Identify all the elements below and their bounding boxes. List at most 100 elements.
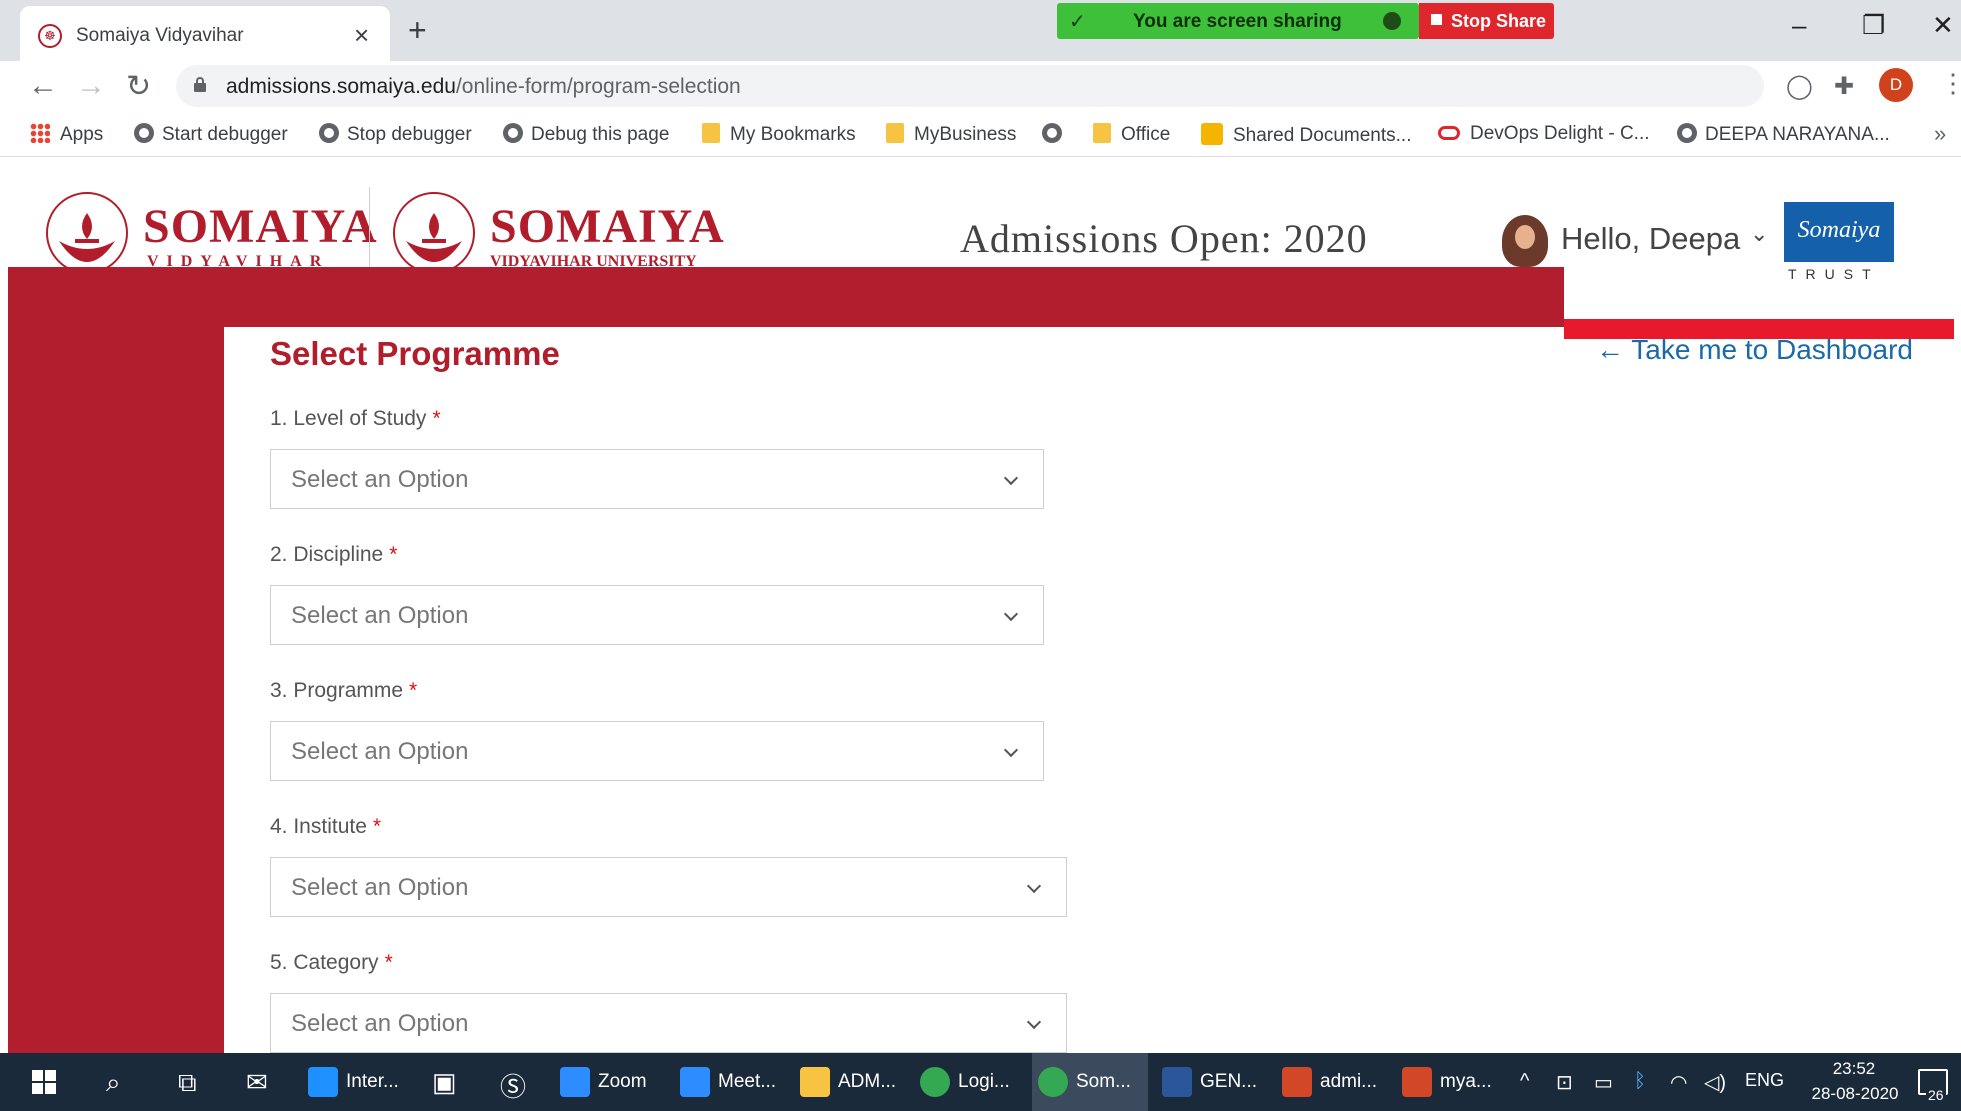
user-greeting[interactable]: Hello, Deepa: [1561, 221, 1740, 257]
left-side-panel: [8, 267, 224, 1053]
volume-icon[interactable]: ◁): [1704, 1070, 1726, 1095]
stop-icon: [1431, 14, 1442, 25]
wifi-icon[interactable]: ◠: [1670, 1070, 1687, 1095]
globe-icon: [319, 123, 339, 143]
bookmark-mybusiness[interactable]: MyBusiness: [886, 123, 1016, 146]
taskbar-app-label: Logi...: [958, 1071, 1010, 1092]
devops-icon: [1438, 126, 1460, 140]
folder-icon: [800, 1067, 830, 1097]
taskbar-app-adm-folder[interactable]: ADM...: [794, 1053, 906, 1111]
profile-avatar[interactable]: D: [1879, 68, 1913, 102]
logo-divider: [369, 187, 370, 273]
restore-button[interactable]: ❐: [1862, 10, 1885, 41]
required-asterisk: *: [409, 679, 418, 702]
taskbar-app-powerpoint-admi[interactable]: admi...: [1276, 1053, 1388, 1111]
mail-icon[interactable]: ✉: [246, 1067, 268, 1098]
bookmark-start-debugger[interactable]: Start debugger: [134, 123, 288, 146]
trust-script: Somaiya: [1784, 202, 1894, 262]
page-title: Select Programme: [270, 335, 560, 372]
level-of-study-select[interactable]: Select an Option: [270, 449, 1044, 509]
skype-icon[interactable]: Ⓢ: [500, 1067, 526, 1104]
bookmark-debug-page[interactable]: Debug this page: [503, 123, 669, 146]
programme-label: 3. Programme *: [270, 679, 418, 702]
taskbar-app-label: Som...: [1076, 1071, 1131, 1092]
chevron-down-icon[interactable]: ⌄: [1750, 221, 1768, 247]
discipline-select[interactable]: Select an Option: [270, 585, 1044, 645]
select-placeholder: Select an Option: [291, 466, 469, 493]
store-icon[interactable]: ▣: [432, 1067, 457, 1098]
back-arrow-icon[interactable]: ←: [28, 69, 58, 103]
taskbar-app-meeting[interactable]: Meet...: [674, 1053, 786, 1111]
browser-menu-icon[interactable]: ⋮: [1940, 68, 1961, 99]
chevron-down-icon: [1003, 606, 1019, 622]
browser-toolbar: ← → ↻ admissions.somaiya.edu/online-form…: [0, 61, 1961, 111]
close-tab-icon[interactable]: ×: [354, 20, 369, 51]
level-of-study-label: 1. Level of Study *: [270, 407, 441, 430]
somaiya-trust-logo[interactable]: Somaiya TRUST: [1784, 202, 1894, 284]
taskbar-app-chrome-somaiya[interactable]: Som...: [1032, 1053, 1148, 1111]
windows-taskbar: ⌕ ⧉ ✉ Inter... ▣ Ⓢ Zoom Meet... ADM... L…: [0, 1053, 1961, 1111]
taskbar-app-chrome-login[interactable]: Logi...: [914, 1053, 1026, 1111]
minimize-button[interactable]: –: [1792, 10, 1806, 41]
discipline-label: 2. Discipline *: [270, 543, 398, 566]
chrome-icon: [920, 1067, 950, 1097]
extensions-puzzle-icon[interactable]: ✚: [1834, 72, 1854, 101]
forward-arrow-icon[interactable]: →: [76, 69, 106, 103]
bookmark-globe[interactable]: [1042, 123, 1070, 146]
new-tab-button[interactable]: +: [408, 12, 427, 49]
word-icon: [1162, 1067, 1192, 1097]
taskbar-app-label: Inter...: [346, 1071, 399, 1092]
taskbar-app-zoom[interactable]: Zoom: [554, 1053, 666, 1111]
tray-battery-icon[interactable]: ▭: [1594, 1070, 1613, 1095]
clock-date[interactable]: 28-08-2020: [1800, 1084, 1910, 1104]
programme-select[interactable]: Select an Option: [270, 721, 1044, 781]
sharepoint-icon: [1201, 123, 1223, 145]
taskbar-app-internet-explorer[interactable]: Inter...: [302, 1053, 412, 1111]
institute-select[interactable]: Select an Option: [270, 857, 1067, 917]
admissions-page: SOMAIYA VIDYAVIHAR SOMAIYA VIDYAVIHAR UN…: [0, 157, 1961, 1053]
shield-icon: [1383, 12, 1401, 30]
internet-explorer-icon: [308, 1067, 338, 1097]
bookmark-office[interactable]: Office: [1093, 123, 1170, 146]
bookmark-devops[interactable]: DevOps Delight - C...: [1438, 123, 1650, 145]
bookmark-deepa[interactable]: DEEPA NARAYANA...: [1677, 123, 1890, 146]
tray-chevron-up-icon[interactable]: ^: [1520, 1070, 1529, 1093]
bookmark-apps[interactable]: Apps: [30, 123, 103, 146]
extension-circle-icon[interactable]: ◯: [1786, 72, 1813, 101]
language-indicator[interactable]: ENG: [1745, 1070, 1784, 1091]
stop-share-button[interactable]: Stop Share: [1419, 3, 1554, 39]
select-placeholder: Select an Option: [291, 602, 469, 629]
category-select[interactable]: Select an Option: [270, 993, 1067, 1053]
folder-icon: [702, 123, 720, 143]
tab-title: Somaiya Vidyavihar: [76, 25, 244, 46]
lock-icon: [194, 77, 206, 92]
close-window-button[interactable]: ✕: [1932, 10, 1954, 41]
reload-icon[interactable]: ↻: [126, 69, 151, 104]
browser-tabstrip: ☸ Somaiya Vidyavihar × + ✓ You are scree…: [0, 0, 1961, 61]
folder-icon: [1093, 123, 1111, 143]
tray-network-icon[interactable]: ⊡: [1556, 1070, 1573, 1095]
task-view-icon[interactable]: ⧉: [178, 1067, 197, 1099]
bookmark-my-bookmarks[interactable]: My Bookmarks: [702, 123, 856, 146]
browser-tab[interactable]: ☸ Somaiya Vidyavihar ×: [20, 6, 390, 61]
search-icon[interactable]: ⌕: [106, 1067, 121, 1099]
bluetooth-icon[interactable]: ᛒ: [1634, 1070, 1646, 1093]
take-me-to-dashboard-link[interactable]: ← Take me to Dashboard: [1596, 334, 1913, 366]
more-bookmarks-icon[interactable]: »: [1934, 121, 1946, 147]
somaiya-emblem-icon: [393, 192, 475, 274]
admissions-open-heading: Admissions Open: 2020: [960, 216, 1368, 261]
taskbar-app-label: Zoom: [598, 1071, 647, 1092]
windows-start-icon[interactable]: [32, 1070, 56, 1094]
bookmark-stop-debugger[interactable]: Stop debugger: [319, 123, 472, 146]
powerpoint-icon: [1402, 1067, 1432, 1097]
taskbar-app-powerpoint-mya[interactable]: mya...: [1396, 1053, 1508, 1111]
user-avatar[interactable]: [1502, 215, 1548, 267]
taskbar-app-word[interactable]: GEN...: [1156, 1053, 1268, 1111]
clock-time[interactable]: 23:52: [1822, 1059, 1886, 1079]
url-path: /online-form/program-selection: [455, 75, 741, 98]
required-asterisk: *: [372, 815, 382, 838]
address-bar[interactable]: admissions.somaiya.edu/online-form/progr…: [176, 65, 1915, 107]
apps-grid-icon: [30, 123, 50, 143]
bookmark-shared-documents[interactable]: Shared Documents...: [1201, 123, 1411, 147]
chevron-down-icon: [1003, 742, 1019, 758]
